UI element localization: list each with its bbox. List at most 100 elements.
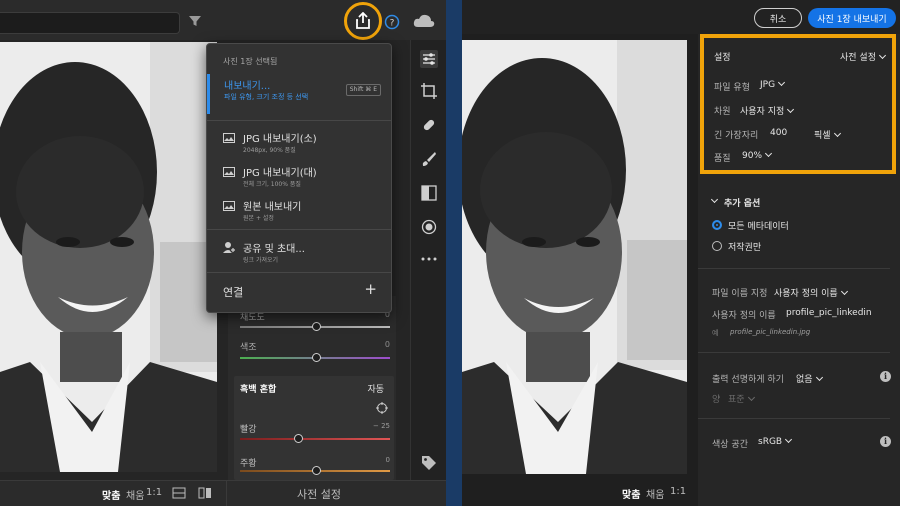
file-type-dropdown[interactable]: JPG bbox=[760, 78, 786, 90]
radial-gradient-icon[interactable] bbox=[420, 218, 438, 236]
healing-icon[interactable] bbox=[420, 116, 438, 134]
custom-name-input[interactable]: profile_pic_linkedin bbox=[786, 308, 872, 318]
chevron-down-icon[interactable] bbox=[710, 195, 719, 204]
all-metadata-label: 모든 메타데이터 bbox=[728, 222, 789, 232]
cloud-icon[interactable] bbox=[412, 12, 436, 30]
more-options-header[interactable]: 추가 옵션 bbox=[724, 196, 760, 209]
file-naming-dropdown[interactable]: 사용자 정의 이름 bbox=[774, 286, 848, 299]
preset-dropdown-label: 사전 설정 bbox=[840, 53, 876, 63]
grid-view-icon[interactable] bbox=[172, 487, 186, 499]
app-window: ? 채도도 0 색조 0 흑백 혼합 자동 빨강 − 25 주황 0 맞춤 채움… bbox=[0, 0, 900, 506]
search-input[interactable] bbox=[0, 12, 180, 34]
lightroom-left-panel: ? 채도도 0 색조 0 흑백 혼합 자동 빨강 − 25 주황 0 맞춤 채움… bbox=[0, 0, 446, 506]
more-icon[interactable] bbox=[420, 250, 438, 268]
tag-icon[interactable] bbox=[420, 454, 438, 472]
export-photos-button[interactable]: 사진 1장 내보내기 bbox=[808, 8, 896, 28]
menu-header: 사진 1장 선택됨 bbox=[223, 57, 278, 66]
preset-dropdown[interactable]: 사전 설정 bbox=[840, 50, 887, 63]
chevron-down-icon bbox=[764, 149, 773, 158]
radio-all-metadata[interactable] bbox=[712, 220, 722, 230]
bottom-divider bbox=[226, 481, 227, 506]
file-type-value: JPG bbox=[760, 80, 776, 90]
plus-icon[interactable]: + bbox=[364, 280, 377, 298]
menu-item-subtitle: 2048px, 90% 품질 bbox=[243, 147, 296, 154]
sharpen-amount-value: 표준 bbox=[728, 395, 745, 405]
chevron-down-icon bbox=[747, 393, 755, 402]
hue-label: 색조 bbox=[240, 343, 257, 353]
quality-dropdown[interactable]: 90% bbox=[742, 149, 773, 161]
info-icon[interactable]: i bbox=[880, 436, 891, 447]
menu-item-jpg-large[interactable]: JPG 내보내기(대) 전체 크기, 100% 품질 bbox=[207, 164, 391, 198]
red-slider-track[interactable] bbox=[240, 438, 390, 440]
photo-preview-right bbox=[462, 40, 687, 474]
fit-button[interactable]: 맞춤 bbox=[102, 487, 120, 502]
dimension-dropdown[interactable]: 사용자 지정 bbox=[740, 104, 795, 117]
compare-icon[interactable] bbox=[198, 487, 212, 499]
long-edge-input[interactable]: 400 bbox=[770, 128, 787, 138]
long-edge-label: 긴 가장자리 bbox=[714, 131, 759, 141]
custom-name-label: 사용자 정의 이름 bbox=[712, 311, 776, 321]
menu-item-export-title: 내보내기... bbox=[224, 81, 271, 92]
dimension-value: 사용자 지정 bbox=[740, 107, 785, 117]
fit-button[interactable]: 맞춤 bbox=[622, 486, 640, 501]
preset-button[interactable]: 사전 설정 bbox=[297, 486, 341, 502]
radio-copyright-only[interactable] bbox=[712, 241, 722, 251]
filter-icon[interactable] bbox=[188, 14, 202, 28]
linear-gradient-icon[interactable] bbox=[420, 184, 438, 202]
fill-button[interactable]: 채움 bbox=[646, 486, 664, 501]
menu-item-share-invite[interactable]: 공유 및 초대... 링크 가져오기 bbox=[207, 240, 391, 274]
cancel-button[interactable]: 취소 bbox=[754, 8, 802, 28]
menu-item-export[interactable]: 내보내기... 파일 유형, 크기 조정 등 선택 Shift ⌘ E bbox=[207, 74, 391, 114]
menu-item-export-subtitle: 파일 유형, 크기 조정 등 선택 bbox=[224, 93, 309, 101]
ratio-button[interactable]: 1:1 bbox=[670, 486, 686, 497]
color-space-dropdown[interactable]: sRGB bbox=[758, 435, 793, 447]
crop-icon[interactable] bbox=[420, 82, 438, 100]
file-naming-value: 사용자 정의 이름 bbox=[774, 289, 838, 299]
chevron-down-icon bbox=[878, 51, 887, 60]
sharpen-dropdown[interactable]: 없음 bbox=[796, 372, 823, 385]
share-button-highlight[interactable] bbox=[344, 2, 382, 40]
file-type-label: 파일 유형 bbox=[714, 83, 750, 93]
unit-value: 픽셀 bbox=[814, 131, 831, 141]
photo-preview-left bbox=[0, 42, 217, 472]
brush-icon[interactable] bbox=[420, 150, 438, 168]
section-separator bbox=[698, 352, 890, 353]
menu-item-subtitle: 전체 크기, 100% 품질 bbox=[243, 181, 301, 188]
section-separator bbox=[698, 268, 890, 269]
menu-separator bbox=[207, 120, 391, 121]
export-settings-column: 설정 사전 설정 파일 유형 JPG 차원 사용자 지정 긴 가장자리 400 … bbox=[698, 34, 900, 506]
menu-item-jpg-small[interactable]: JPG 내보내기(소) 2048px, 90% 품질 bbox=[207, 130, 391, 164]
file-naming-label: 파일 이름 지정 bbox=[712, 289, 768, 299]
left-top-bar: ? bbox=[0, 0, 446, 40]
menu-connect-label[interactable]: 연결 bbox=[223, 284, 243, 300]
tool-rail bbox=[410, 40, 446, 506]
quality-value: 90% bbox=[742, 151, 763, 161]
menu-item-subtitle: 링크 가져오기 bbox=[243, 257, 279, 264]
help-icon[interactable]: ? bbox=[384, 14, 400, 30]
export-dialog-panel: 취소 사진 1장 내보내기 맞춤 채움 1:1 설정 사전 설정 파일 유형 J… bbox=[462, 0, 900, 506]
chevron-down-icon bbox=[833, 129, 841, 138]
menu-item-title: JPG 내보내기(소) bbox=[243, 134, 317, 145]
fill-button[interactable]: 채움 bbox=[126, 487, 144, 502]
info-icon[interactable]: i bbox=[880, 371, 891, 382]
orange-label: 주황 bbox=[240, 459, 257, 469]
sharpen-value: 없음 bbox=[796, 375, 813, 385]
sharpen-amount-dropdown[interactable]: 표준 bbox=[728, 392, 755, 405]
settings-highlight-box: 설정 사전 설정 파일 유형 JPG 차원 사용자 지정 긴 가장자리 400 … bbox=[700, 34, 896, 174]
red-slider-knob[interactable] bbox=[294, 434, 303, 443]
unit-dropdown[interactable]: 픽셀 bbox=[814, 128, 841, 141]
svg-text:?: ? bbox=[390, 19, 395, 29]
red-value: − 25 bbox=[373, 422, 390, 430]
menu-item-original[interactable]: 원본 내보내기 원본 + 설정 bbox=[207, 198, 391, 232]
edit-sliders-icon[interactable] bbox=[420, 50, 438, 68]
hue-slider-knob[interactable] bbox=[312, 353, 321, 362]
saturation-slider-knob[interactable] bbox=[312, 322, 321, 331]
bw-auto-button[interactable]: 자동 bbox=[367, 382, 384, 395]
color-space-label: 색상 공간 bbox=[712, 440, 748, 450]
orange-slider-knob[interactable] bbox=[312, 466, 321, 475]
target-adjust-icon[interactable] bbox=[376, 402, 388, 414]
share-icon bbox=[356, 12, 370, 29]
portrait-image bbox=[0, 42, 217, 472]
image-icon bbox=[223, 201, 235, 211]
ratio-button[interactable]: 1:1 bbox=[146, 487, 162, 498]
